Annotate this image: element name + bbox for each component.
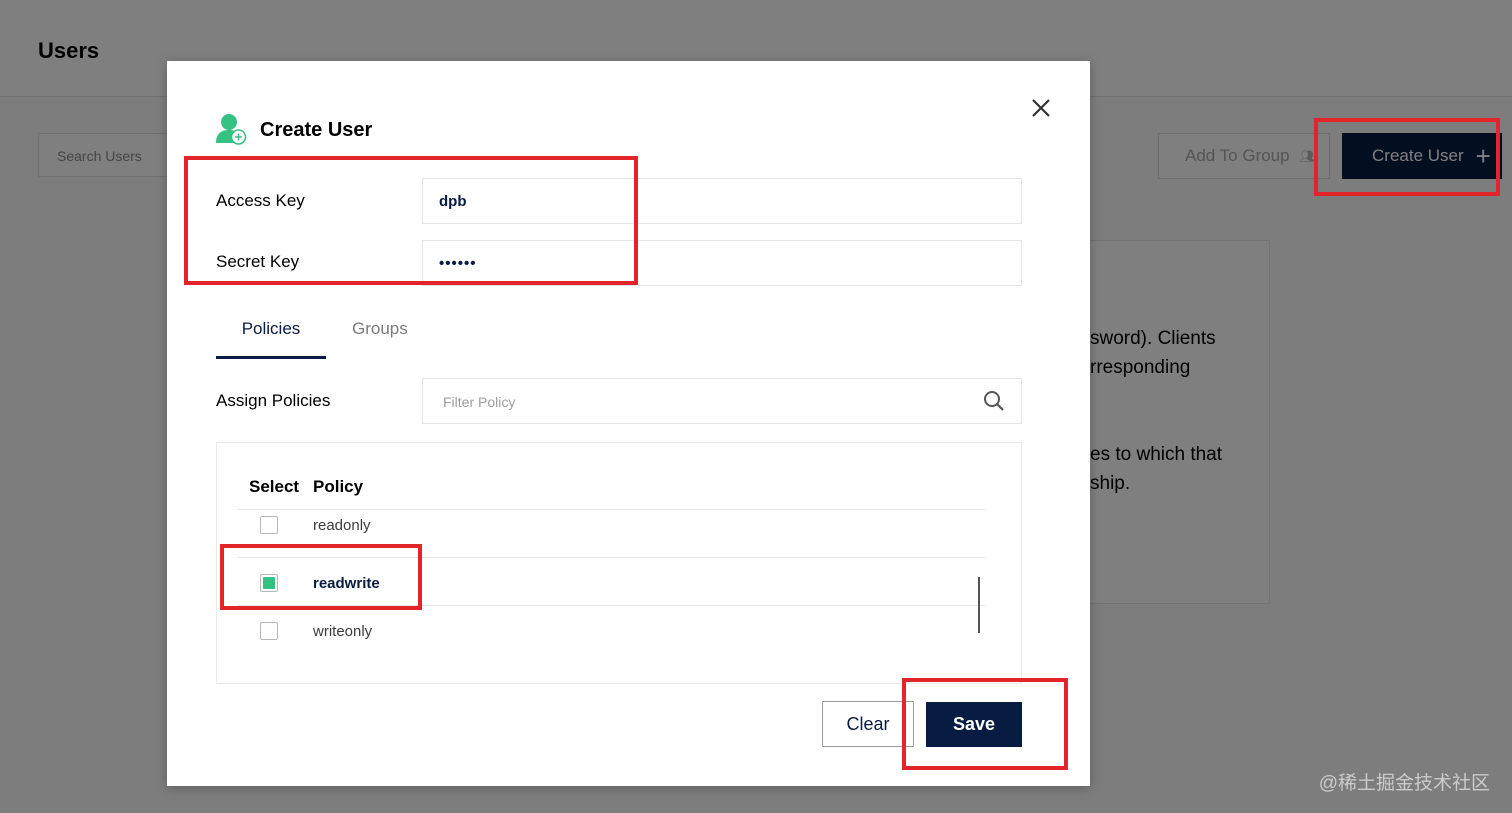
table-row[interactable]: readwrite: [237, 557, 985, 605]
modal-title: Create User: [260, 118, 373, 141]
policy-scrollbar[interactable]: [978, 577, 980, 633]
policy-checkbox[interactable]: [260, 516, 278, 534]
column-header-policy: Policy: [313, 477, 364, 496]
modal-header: Create User: [216, 113, 372, 147]
filter-policy-input[interactable]: [441, 393, 945, 411]
secret-key-input[interactable]: [422, 240, 1022, 286]
policy-name: readwrite: [313, 575, 380, 592]
table-row[interactable]: readonly: [237, 509, 985, 557]
policy-checkbox[interactable]: [260, 622, 278, 640]
assign-policies-label: Assign Policies: [216, 391, 331, 410]
filter-policy-field[interactable]: [422, 378, 1022, 424]
save-button[interactable]: Save: [926, 702, 1022, 747]
tab-groups[interactable]: Groups: [352, 319, 408, 339]
search-icon[interactable]: [983, 390, 1005, 412]
clear-button[interactable]: Clear: [822, 701, 914, 747]
access-key-input[interactable]: [422, 178, 1022, 224]
tab-policies[interactable]: Policies: [216, 319, 326, 359]
access-key-label: Access Key: [216, 191, 305, 210]
column-header-select: Select: [249, 477, 300, 496]
table-row[interactable]: writeonly: [237, 605, 985, 653]
close-icon[interactable]: [1028, 95, 1054, 121]
policy-checkbox[interactable]: [260, 574, 278, 592]
create-user-modal: Create User Access Key Secret Key Polici…: [167, 61, 1090, 786]
secret-key-label: Secret Key: [216, 252, 300, 271]
policy-name: readonly: [313, 517, 371, 534]
policy-name: writeonly: [313, 623, 373, 640]
add-user-icon: [216, 114, 247, 145]
watermark: @稀土掘金技术社区: [1318, 773, 1490, 794]
policy-table: Select Policy readonly readwrite writeon…: [216, 442, 1022, 684]
